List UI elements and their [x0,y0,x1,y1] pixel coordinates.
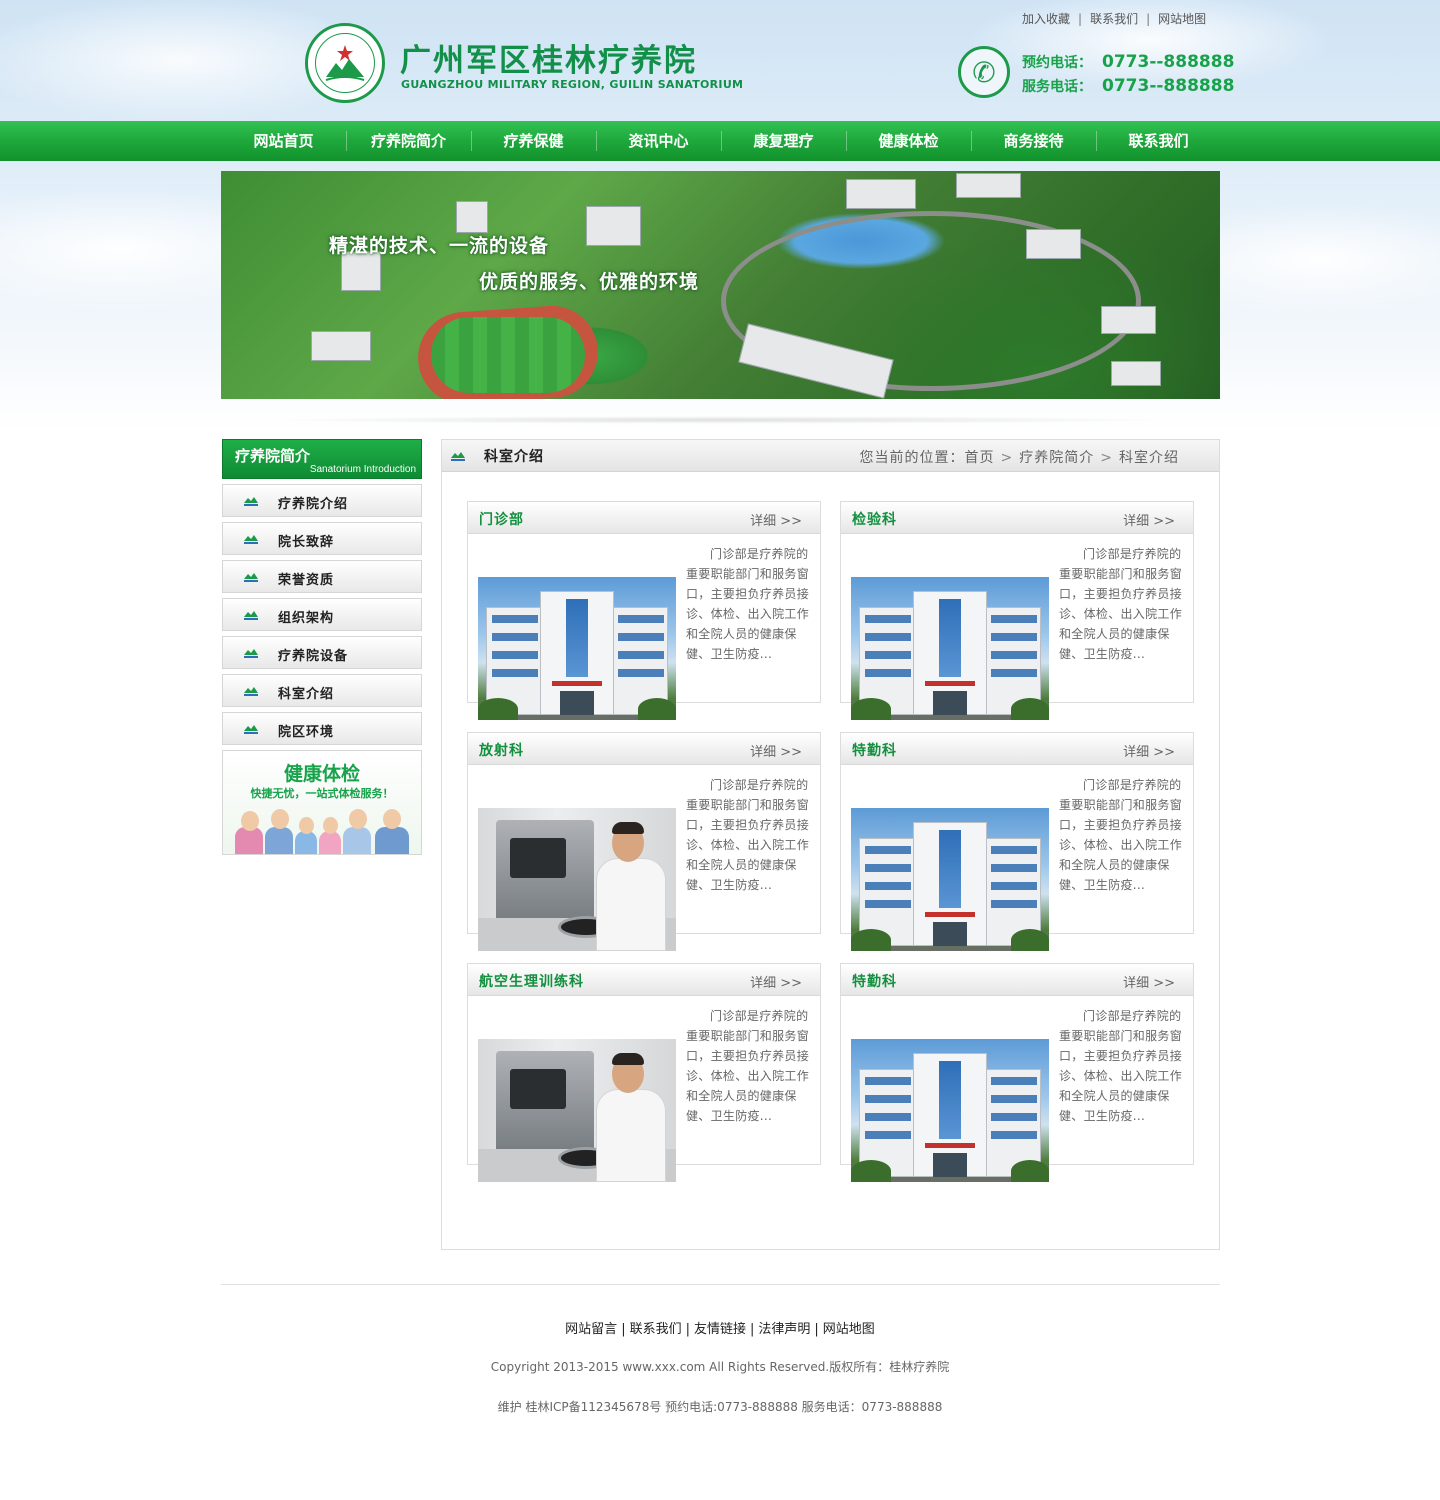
nav-item-home[interactable]: 网站首页 [221,121,346,161]
sidebar-header: 疗养院简介 Sanatorium Introduction [222,439,422,479]
soccer-field [431,317,585,393]
family-photo [233,803,413,854]
ad-subtitle: 快捷无忧，一站式体检服务！ [250,787,394,800]
tree-icon [244,687,258,696]
content-title: 科室介绍 [484,449,544,465]
department-photo[interactable] [478,577,676,720]
card-title[interactable]: 特勤科 [852,971,897,991]
department-card: 特勤科 详细 >> 门诊部是疗养院的重要职能部门和服务窗口，主要担负疗养员接诊、… [840,963,1194,1182]
more-link[interactable]: 详细 >> [1123,510,1175,529]
card-description: 门诊部是疗养院的重要职能部门和服务窗口，主要担负疗养员接诊、体检、出入院工作和全… [686,1009,810,1123]
department-card: 特勤科 详细 >> 门诊部是疗养院的重要职能部门和服务窗口，主要担负疗养员接诊、… [840,732,1194,951]
nav-item-contact[interactable]: 联系我们 [1096,121,1221,161]
department-card: 放射科 详细 >> 门诊部是疗养院的重要职能部门和服务窗口，主要担负疗养员接诊、… [467,732,821,951]
health-checkup-ad[interactable]: 健康体检 快捷无忧，一站式体检服务！ [222,750,422,855]
tree-icon [451,452,465,461]
tree-icon [244,611,258,620]
sitemap-link[interactable]: 网站地图 [1158,12,1206,26]
content-panel: 科室介绍 您当前的位置：首页>疗养院简介>科室介绍 门诊部 详细 >> [441,439,1220,1250]
tree-icon [244,497,258,506]
add-favorite-link[interactable]: 加入收藏 [1022,12,1070,26]
sidebar-title: 疗养院简介 [235,447,311,465]
card-description: 门诊部是疗养院的重要职能部门和服务窗口，主要担负疗养员接诊、体检、出入院工作和全… [1059,547,1183,661]
banner-slogan-1: 精湛的技术、一流的设备 [329,235,550,257]
main-nav: 网站首页 疗养院简介 疗养保健 资讯中心 康复理疗 健康体检 商务接待 联系我们 [0,121,1440,161]
logo-emblem-icon [325,45,365,81]
card-description: 门诊部是疗养院的重要职能部门和服务窗口，主要担负疗养员接诊、体检、出入院工作和全… [1059,1009,1183,1123]
footer-link-message[interactable]: 网站留言 [565,1322,617,1337]
tree-icon [244,535,258,544]
footer-links: 网站留言 | 联系我们 | 友情链接 | 法律声明 | 网站地图 [565,1322,875,1337]
card-description: 门诊部是疗养院的重要职能部门和服务窗口，主要担负疗养员接诊、体检、出入院工作和全… [686,778,810,892]
tree-icon [244,649,258,658]
banner-slogan-2: 优质的服务、优雅的环境 [479,271,700,293]
more-link[interactable]: 详细 >> [750,510,802,529]
icp-info: 维护 桂林ICP备112345678号 预约电话:0773-888888 服务电… [497,1400,943,1414]
logo-seal[interactable] [305,23,385,103]
sidebar: 疗养院简介 Sanatorium Introduction 疗养院介绍 院长致辞… [222,439,422,855]
copyright: Copyright 2013-2015 www.xxx.com All Righ… [490,1360,950,1374]
sidebar-item-intro[interactable]: 疗养院介绍 [222,484,422,517]
sidebar-subtitle: Sanatorium Introduction [309,464,416,475]
card-description: 门诊部是疗养院的重要职能部门和服务窗口，主要担负疗养员接诊、体检、出入院工作和全… [1059,778,1183,892]
content-header: 科室介绍 您当前的位置：首页 > 疗养院简介 > 科室介绍 [442,440,1219,472]
breadcrumb: 您当前的位置：首页 > 疗养院简介 > 科室介绍 [859,450,1179,466]
banner-shadow [260,416,1180,424]
more-link[interactable]: 详细 >> [1123,972,1175,991]
card-title[interactable]: 放射科 [479,740,524,760]
hero-banner: 精湛的技术、一流的设备 优质的服务、优雅的环境 [221,171,1220,399]
breadcrumb-current: 科室介绍 [1119,450,1179,466]
department-photo[interactable] [851,577,1049,720]
breadcrumb-intro[interactable]: 疗养院简介 [1019,450,1094,466]
site-title[interactable]: 广州军区桂林疗养院 [400,35,697,80]
department-card: 航空生理训练科 详细 >> 门诊部是疗养院的重要职能部门和服务窗口，主要担负疗养… [467,963,821,1182]
nav-item-intro[interactable]: 疗养院简介 [346,121,471,161]
nav-item-checkup[interactable]: 健康体检 [846,121,971,161]
department-card: 检验科 详细 >> 门诊部是疗养院的重要职能部门和服务窗口，主要担负疗养员接诊、… [840,501,1194,720]
department-photo[interactable] [478,1039,676,1182]
card-description: 门诊部是疗养院的重要职能部门和服务窗口，主要担负疗养员接诊、体检、出入院工作和全… [686,547,810,661]
more-link[interactable]: 详细 >> [750,972,802,991]
more-link[interactable]: 详细 >> [1123,741,1175,760]
sidebar-item-environment[interactable]: 院区环境 [222,712,422,745]
sidebar-item-honors[interactable]: 荣誉资质 [222,560,422,593]
footer-link-legal[interactable]: 法律声明 [758,1322,810,1337]
department-card: 门诊部 详细 >> 门诊部是疗养院的重要职能部门和服务窗口，主要担负疗养员接诊、… [467,501,821,720]
footer-link-contact[interactable]: 联系我们 [630,1322,682,1337]
card-title[interactable]: 检验科 [852,509,897,529]
footer-link-sitemap[interactable]: 网站地图 [823,1322,875,1337]
footer-link-friends[interactable]: 友情链接 [694,1322,746,1337]
tree-icon [244,725,258,734]
top-links: 加入收藏 | 联系我们 | 网站地图 [1022,12,1207,26]
ad-title: 健康体检 [283,763,360,785]
nav-item-business[interactable]: 商务接待 [971,121,1096,161]
nav-item-rehab[interactable]: 康复理疗 [721,121,846,161]
department-photo[interactable] [851,1039,1049,1182]
more-link[interactable]: 详细 >> [750,741,802,760]
phone-icon: ✆ [958,46,1010,98]
sidebar-item-president[interactable]: 院长致辞 [222,522,422,555]
card-title[interactable]: 航空生理训练科 [479,971,584,991]
contact-us-link[interactable]: 联系我们 [1090,12,1138,26]
nav-item-health-care[interactable]: 疗养保健 [471,121,596,161]
sidebar-item-departments[interactable]: 科室介绍 [222,674,422,707]
nav-item-news[interactable]: 资讯中心 [596,121,721,161]
card-title[interactable]: 特勤科 [852,740,897,760]
tree-icon [244,573,258,582]
department-photo[interactable] [478,808,676,951]
sidebar-item-organization[interactable]: 组织架构 [222,598,422,631]
footer-divider [221,1284,1220,1285]
breadcrumb-home[interactable]: 首页 [965,450,995,466]
department-photo[interactable] [851,808,1049,951]
sidebar-item-equipment[interactable]: 疗养院设备 [222,636,422,669]
service-phone: 服务电话： 0773--888888 [1022,76,1235,96]
appointment-phone: 预约电话： 0773--888888 [1022,52,1235,72]
site-subtitle: GUANGZHOU MILITARY REGION, GUILIN SANATO… [401,78,744,91]
card-title[interactable]: 门诊部 [479,509,524,529]
